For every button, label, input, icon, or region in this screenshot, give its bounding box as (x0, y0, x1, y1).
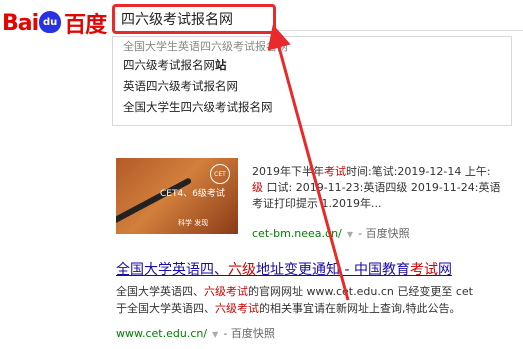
logo-text-baidu-cn: 百度 (64, 13, 107, 38)
dropdown-caret-icon[interactable]: ▼ (347, 230, 353, 239)
logo-text-bai: Bai (2, 10, 39, 36)
dropdown-caret-icon[interactable]: ▼ (212, 330, 218, 339)
suggestion-item[interactable]: 英语四六级考试报名网 (113, 76, 511, 97)
baidu-paw-icon: du (39, 11, 62, 33)
thumbnail-tags: 科学 发现 (178, 219, 209, 227)
suggestion-text: 四六级考试报名网 (123, 58, 215, 72)
snippet-line: 级 口试: 2019-11-23:英语四级 2019-11-24:英语 (252, 181, 501, 194)
suggestion-text: 英语四六级考试报名网 (123, 79, 238, 93)
suggestion-item[interactable]: 全国大学生四六级考试报名网 (113, 97, 511, 118)
result2-title-link[interactable]: 全国大学英语四、六级地址变更通知 - 中国教育考试网 (116, 259, 452, 279)
search-bar-extension (276, 10, 523, 31)
snapshot-sep: - (358, 227, 366, 240)
result-thumbnail[interactable]: CET CET4、6级考试 科学 发现 (116, 158, 238, 234)
result1-snippet: 2019年下半年考试时间:笔试:2019-12-14 上午: 级 口试: 201… (252, 164, 523, 212)
snapshot-link[interactable]: 百度快照 (231, 327, 275, 340)
snapshot-link[interactable]: 百度快照 (366, 227, 410, 240)
thumbnail-caption: CET4、6级考试 (160, 189, 225, 199)
suggestion-item[interactable]: 四六级考试报名网站 (113, 55, 511, 76)
suggestion-text: 全国大学生四六级考试报名网 (123, 100, 273, 114)
cet-logo-icon: CET (210, 164, 230, 184)
snippet-line: 于全国大学英语四、六级考试的相关事宜请在新网址上查询,特此公告。 (116, 302, 461, 315)
snapshot-sep: - (223, 327, 231, 340)
result-url[interactable]: www.cet.edu.cn/ (116, 327, 207, 340)
result-url[interactable]: cet-bm.neea.cn/ (252, 227, 342, 240)
result1-url-row: cet-bm.neea.cn/ ▼ - 百度快照 (252, 222, 410, 241)
baidu-logo[interactable]: Bai du 百度 (2, 8, 107, 39)
search-box[interactable] (112, 4, 277, 34)
suggestion-bold-text: 站 (215, 58, 227, 72)
result2-snippet: 全国大学英语四、六级考试的官网网址 www.cet.edu.cn 已经变更至 c… (116, 283, 523, 317)
suggestion-item[interactable]: 全国大学生英语四六级考试报名网 (113, 39, 511, 55)
suggestion-dropdown: 全国大学生英语四六级考试报名网 四六级考试报名网站 英语四六级考试报名网 全国大… (112, 36, 512, 126)
snippet-line: 全国大学英语四、六级考试的官网网址 www.cet.edu.cn 已经变更至 c… (116, 285, 473, 298)
snippet-line: 2019年下半年考试时间:笔试:2019-12-14 上午: (252, 165, 491, 178)
result2-url-row: www.cet.edu.cn/ ▼ - 百度快照 (116, 322, 275, 341)
search-input[interactable] (115, 7, 277, 31)
snippet-line: 考证打印提示 1.2019年... (252, 197, 382, 210)
